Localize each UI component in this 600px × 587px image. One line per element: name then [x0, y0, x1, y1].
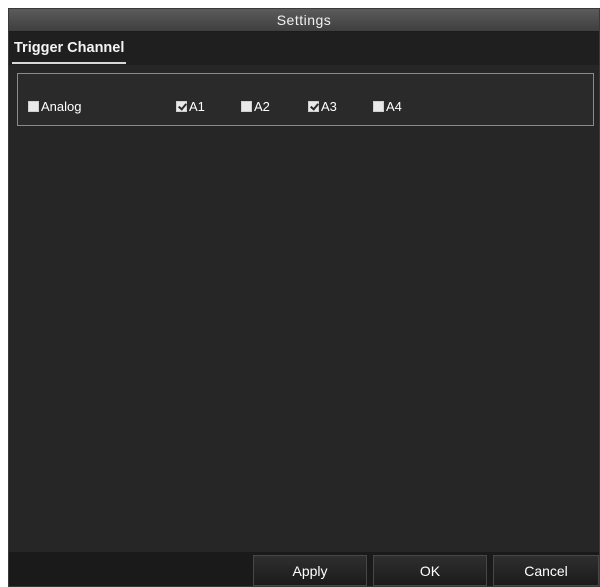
- cancel-button[interactable]: Cancel: [493, 555, 599, 586]
- tab-bar: Trigger Channel: [9, 32, 599, 65]
- analog-label: Analog: [41, 99, 82, 114]
- title-bar: Settings: [9, 9, 599, 32]
- channel-a4-label: A4: [386, 99, 402, 114]
- analog-checkbox-box[interactable]: [28, 101, 39, 112]
- ok-button[interactable]: OK: [373, 555, 487, 586]
- channel-a4-checkbox[interactable]: A4: [373, 99, 402, 114]
- channel-a2-checkbox[interactable]: A2: [241, 99, 270, 114]
- settings-window: Settings Trigger Channel Analog A1 A2 A3: [8, 8, 600, 587]
- footer-bar: Apply OK Cancel: [9, 552, 599, 586]
- apply-button[interactable]: Apply: [253, 555, 367, 586]
- channel-a3-checkbox[interactable]: A3: [308, 99, 337, 114]
- channel-group-box: Analog A1 A2 A3 A4: [17, 73, 594, 126]
- channel-a1-label: A1: [189, 99, 205, 114]
- window-title: Settings: [276, 12, 332, 28]
- checkmark-icon[interactable]: [308, 101, 319, 112]
- checkmark-icon[interactable]: [176, 101, 187, 112]
- channel-a2-label: A2: [254, 99, 270, 114]
- checkbox-empty-icon[interactable]: [241, 101, 252, 112]
- checkbox-empty-icon[interactable]: [373, 101, 384, 112]
- content-panel: Analog A1 A2 A3 A4: [9, 65, 599, 554]
- analog-checkbox[interactable]: Analog: [28, 99, 81, 114]
- tab-trigger-channel[interactable]: Trigger Channel: [12, 38, 127, 64]
- channel-a3-label: A3: [321, 99, 337, 114]
- channel-a1-checkbox[interactable]: A1: [176, 99, 205, 114]
